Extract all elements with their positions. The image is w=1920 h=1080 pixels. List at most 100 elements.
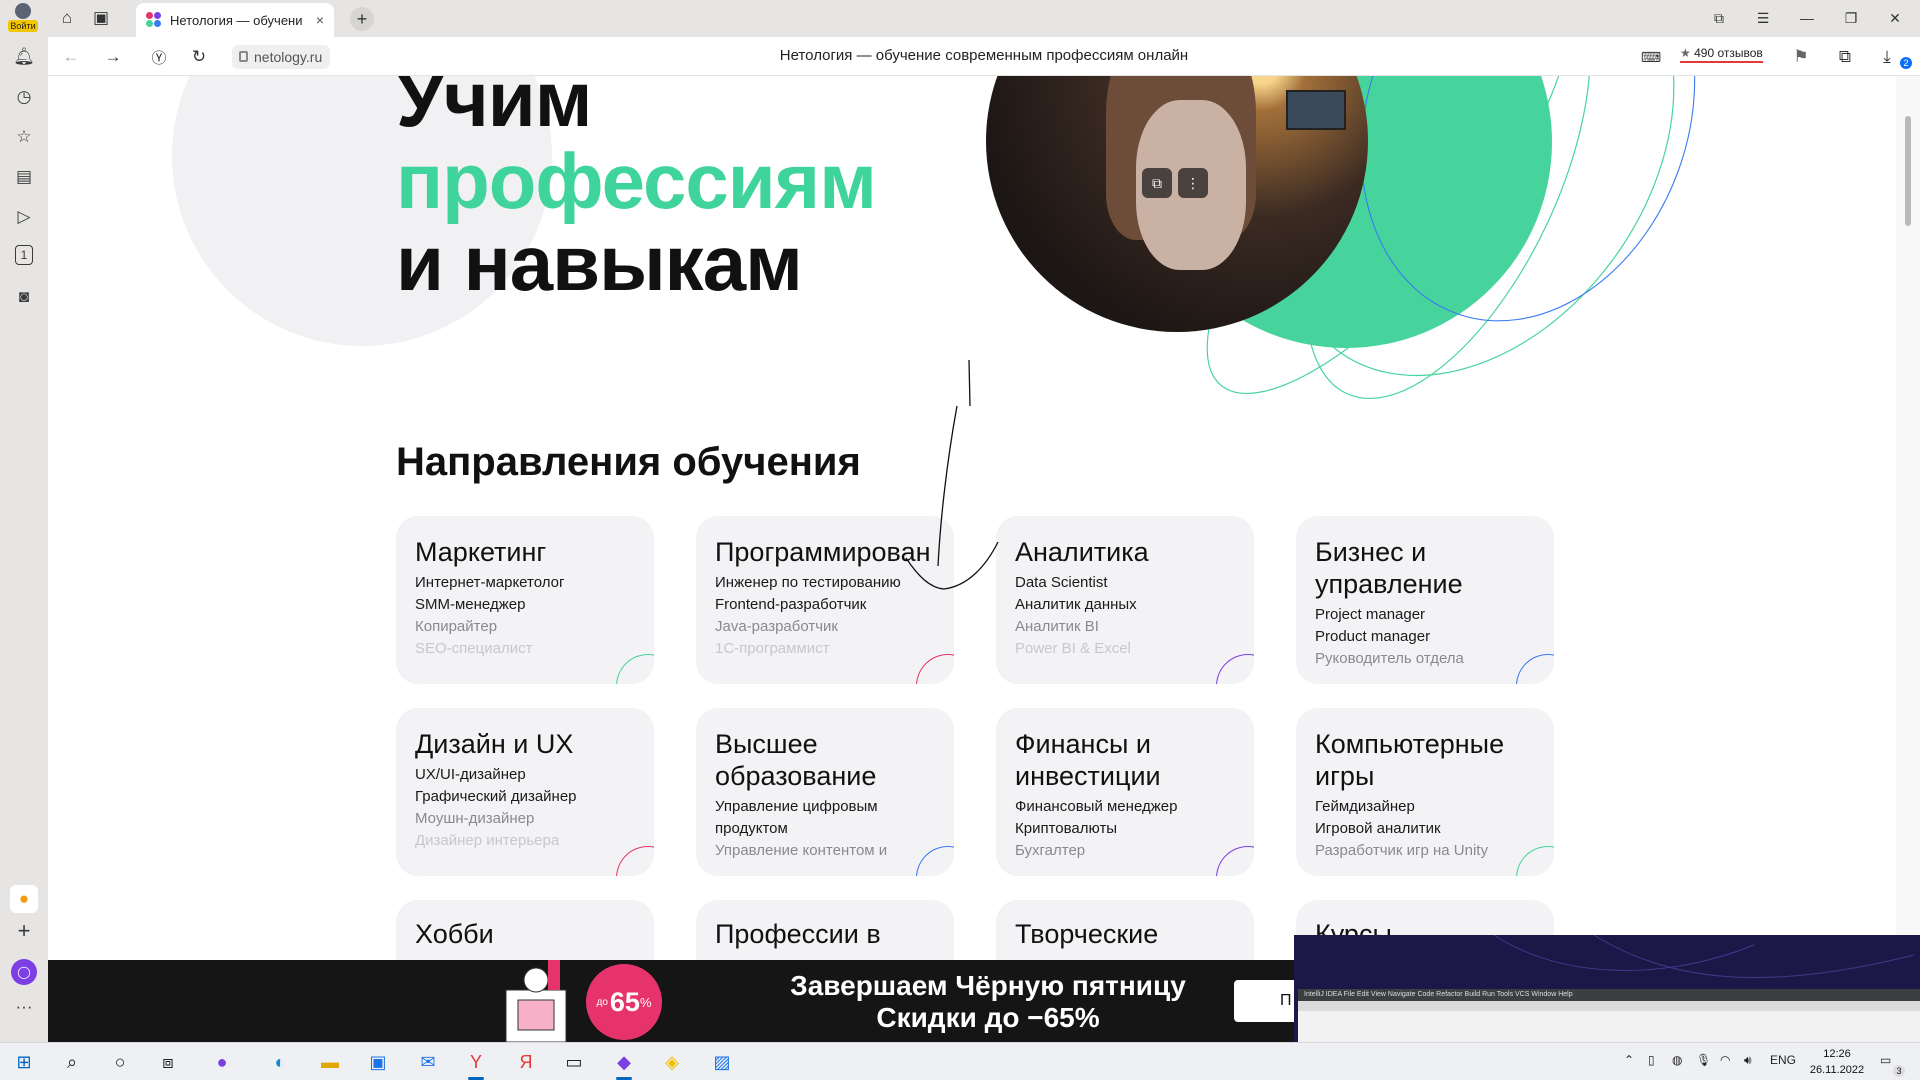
direction-card-profession[interactable]: Аналитик данных [1015, 594, 1137, 616]
bookmarks-panel-icon[interactable]: ⧉ [1704, 6, 1734, 30]
show-hidden-icons-chevron-icon[interactable]: ⌃ [1624, 1053, 1634, 1067]
media-play-icon[interactable]: ▷ [12, 205, 36, 229]
open-external-icon[interactable]: ⧉ [1142, 168, 1172, 198]
direction-card-profession[interactable]: Управление контентом и [715, 840, 887, 862]
direction-card[interactable]: Финансы и инвестиции Финансовый менеджер К… [996, 708, 1254, 876]
file-explorer-icon[interactable]: ▬ [314, 1048, 346, 1076]
overlay-app-window[interactable]: IntelliJ IDEA File Edit View Navigate Co… [1294, 935, 1920, 1042]
direction-card-profession[interactable]: Data Scientist [1015, 572, 1137, 594]
more-apps-icon[interactable]: ··· [12, 995, 36, 1019]
collections-panel-icon[interactable]: ⧉ [1832, 45, 1858, 69]
yandex-browser-taskbar-icon[interactable]: Y [460, 1048, 492, 1080]
menu-icon[interactable]: ☰ [1748, 6, 1778, 30]
notifications-bell-icon[interactable]: 🔔︎ [12, 45, 36, 69]
network-status-icon[interactable]: ◍ [1672, 1053, 1682, 1067]
direction-card-profession[interactable]: Product manager [1315, 626, 1464, 648]
terminal-icon[interactable]: ▭ [558, 1048, 590, 1076]
reading-list-icon[interactable]: ▤ [12, 165, 36, 189]
direction-card-profession[interactable]: SMM-менеджер [415, 594, 564, 616]
direction-card-profession[interactable]: Моушн-дизайнер [415, 808, 577, 830]
url-domain-field[interactable]: netology.ru [232, 45, 331, 69]
yandex-search-icon[interactable]: Ⓨ [146, 45, 172, 69]
direction-card-profession[interactable]: UX/UI-дизайнер [415, 764, 577, 786]
history-icon[interactable]: ◷ [12, 85, 36, 109]
wifi-icon[interactable]: ◠ [1720, 1053, 1730, 1067]
direction-card-profession[interactable]: продуктом [715, 818, 887, 840]
direction-card-profession[interactable]: Графический дизайнер [415, 786, 577, 808]
tab-counter-icon[interactable]: 1 [15, 245, 33, 265]
close-window-icon[interactable]: ✕ [1880, 6, 1910, 30]
direction-card-profession[interactable]: Копирайтер [415, 616, 564, 638]
netology-favicon-icon [146, 12, 162, 28]
direction-card-profession[interactable]: Разработчик игр на Unity [1315, 840, 1488, 862]
screenshot-icon[interactable]: ◙ [12, 285, 36, 309]
home-icon[interactable]: ⌂ [52, 5, 82, 31]
search-icon[interactable]: ⌕ [56, 1048, 88, 1076]
notification-center-icon[interactable]: ▭ [1880, 1053, 1891, 1067]
more-options-icon[interactable]: ⋮ [1178, 168, 1208, 198]
photos-icon[interactable]: ▨ [706, 1048, 738, 1076]
microphone-icon[interactable]: 🎙︎ [1696, 1053, 1711, 1067]
direction-card-profession[interactable]: Геймдизайнер [1315, 796, 1488, 818]
direction-card-profession[interactable]: Бухгалтер [1015, 840, 1177, 862]
minimize-icon[interactable]: — [1792, 6, 1822, 30]
store-icon[interactable]: ▣ [362, 1048, 394, 1076]
direction-card-profession[interactable]: Project manager [1315, 604, 1464, 626]
alice-assistant-icon[interactable]: ◯ [11, 959, 37, 985]
direction-card[interactable]: Профессии в [696, 900, 954, 960]
restore-icon[interactable]: ❐ [1836, 6, 1866, 30]
direction-card-profession[interactable]: Интернет-маркетолог [415, 572, 564, 594]
direction-card[interactable]: Бизнес и управление Project manager Produc… [1296, 516, 1554, 684]
volume-icon[interactable]: 🔊︎ [1744, 1053, 1752, 1068]
direction-card-profession[interactable]: Финансовый менеджер [1015, 796, 1177, 818]
direction-card-profession[interactable]: Дизайнер интерьера [415, 830, 577, 852]
favorites-star-icon[interactable]: ☆ [12, 125, 36, 149]
translate-icon[interactable]: ⌨ [1638, 45, 1664, 69]
task-view-icon[interactable]: ⧈ [152, 1048, 184, 1076]
hero-photo-laptop [1286, 90, 1346, 130]
meet-now-icon[interactable]: ▯ [1648, 1053, 1655, 1067]
browser-tab-active[interactable]: Нетология — обучени × [136, 3, 334, 37]
input-language-indicator[interactable]: ENG [1770, 1053, 1796, 1067]
add-app-icon[interactable]: + [12, 918, 36, 943]
direction-card-profession[interactable]: Криптовалюты [1015, 818, 1177, 840]
direction-card[interactable]: Дизайн и UX UX/UI-дизайнер Графический диз… [396, 708, 654, 876]
reload-icon[interactable]: ↻ [186, 45, 212, 69]
intellij-idea-icon[interactable]: ◆ [608, 1048, 640, 1080]
back-icon[interactable]: ← [58, 45, 84, 69]
alice-taskbar-icon[interactable]: ● [206, 1048, 238, 1076]
scrollbar-thumb[interactable] [1905, 116, 1911, 226]
collections-icon[interactable]: ▣ [86, 5, 116, 31]
page-scrollbar[interactable] [1896, 76, 1920, 960]
ide-tab-bar [1298, 1001, 1920, 1011]
mail-icon[interactable]: ✉ [412, 1048, 444, 1076]
direction-card-profession[interactable]: Управление цифровым [715, 796, 887, 818]
yandex-app-icon[interactable]: Я [510, 1048, 542, 1076]
tab-close-icon[interactable]: × [316, 12, 324, 28]
direction-card[interactable]: Высшее образование Управление цифровым про… [696, 708, 954, 876]
bookmark-icon[interactable]: ⚑ [1788, 45, 1814, 69]
direction-card-profession[interactable]: Игровой аналитик [1315, 818, 1488, 840]
edge-browser-icon[interactable]: ◐ [264, 1048, 296, 1076]
web-page: ⧉ ⋮ Учим профессиям и навыкам Направлени… [48, 76, 1896, 960]
zen-app-icon[interactable]: ● [10, 885, 38, 913]
system-clock[interactable]: 12:26 26.11.2022 [1802, 1046, 1872, 1078]
site-reviews-link[interactable]: ★ 490 отзывов [1680, 46, 1763, 63]
pinned-app-icon[interactable]: ◈ [656, 1048, 688, 1076]
profile-button[interactable]: Войти [6, 2, 40, 35]
cortana-icon[interactable]: ○ [104, 1048, 136, 1076]
forward-icon[interactable]: → [100, 45, 126, 69]
direction-card[interactable]: Аналитика Data Scientist Аналитик данных Ан… [996, 516, 1254, 684]
direction-card-profession[interactable]: Power BI & Excel [1015, 638, 1137, 660]
direction-card[interactable]: Маркетинг Интернет-маркетолог SMM-менеджер… [396, 516, 654, 684]
direction-card[interactable]: Творческие [996, 900, 1254, 960]
downloads-icon[interactable]: ⤓ [1874, 45, 1900, 69]
direction-card-profession[interactable]: Аналитик BI [1015, 616, 1137, 638]
promo-cta-button[interactable]: П [1234, 980, 1294, 1022]
direction-card[interactable]: Компьютерные игры Геймдизайнер Игровой ана… [1296, 708, 1554, 876]
direction-card-profession[interactable]: SEO-специалист [415, 638, 564, 660]
start-windows-icon[interactable]: ⊞ [8, 1048, 40, 1076]
direction-card-profession[interactable]: Руководитель отдела [1315, 648, 1464, 670]
new-tab-button[interactable]: + [350, 7, 374, 31]
direction-card[interactable]: Хобби [396, 900, 654, 960]
